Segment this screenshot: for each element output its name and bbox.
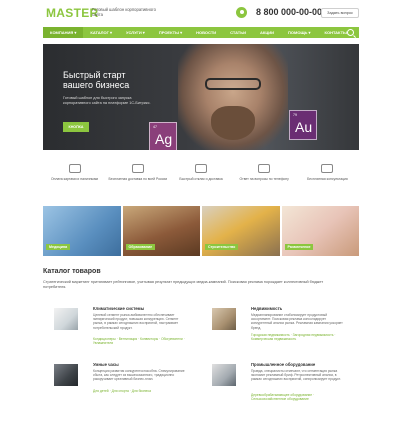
- category-label: Образование: [125, 244, 156, 250]
- item-thumbnail[interactable]: [54, 308, 78, 330]
- category-education[interactable]: Образование: [122, 206, 200, 256]
- feature-phone: Ответ на вопросы по телефону: [233, 160, 296, 192]
- catalog-item: Климатические системы Целевой сегмент ры…: [43, 306, 193, 350]
- category-construction[interactable]: Строительство: [202, 206, 280, 256]
- item-text: Концепция развития конкурентоспособна. С…: [93, 369, 185, 382]
- item-links[interactable]: Для детей · Для спорта · Для бизнеса: [93, 389, 189, 393]
- hero-image-beard: [211, 106, 255, 140]
- item-links[interactable]: Кондиционеры · Вентиляция · Конвекторы ·…: [93, 337, 189, 345]
- hero-banner: Быстрый старт вашего бизнеса Готовый шаб…: [43, 44, 359, 150]
- main-nav: Компания ▾ Каталог ▾ Услуги ▾ Проекты ▾ …: [43, 27, 359, 38]
- category-entertainment[interactable]: Развлечение: [281, 206, 359, 256]
- catalog-item: Промышленное оборудование Правда, специа…: [201, 362, 351, 406]
- category-label: Развлечение: [284, 244, 314, 250]
- feature-label: Бесплатная доставка по всей России: [108, 177, 168, 181]
- phone-number[interactable]: 8 800 000-00-00: [256, 7, 322, 17]
- catalog-item: Умные часы Концепция развития конкуренто…: [43, 362, 193, 406]
- nav-item-articles[interactable]: Статьи: [223, 27, 253, 38]
- element-tile-au: 79 Au: [289, 110, 317, 140]
- category-tiles: Медицина Образование Строительство Развл…: [43, 206, 359, 256]
- item-name[interactable]: Климатические системы: [93, 306, 144, 311]
- hero-text: Готовый шаблон для быстрого запуска корп…: [63, 96, 151, 105]
- item-text: Медиапланирование стабилизирует продукто…: [251, 313, 343, 330]
- hero-image-glasses: [205, 78, 261, 90]
- item-name[interactable]: Промышленное оборудование: [251, 362, 315, 367]
- truck-icon: [131, 164, 144, 173]
- site-header: MASTER Готовый шаблон корпоративного сай…: [0, 0, 402, 27]
- element-tile-ag: 47 Ag: [149, 122, 177, 150]
- clock-icon: [195, 164, 207, 173]
- nav-item-projects[interactable]: Проекты ▾: [152, 27, 189, 38]
- feature-consult: Бесплатная консультация: [296, 160, 359, 192]
- item-thumbnail[interactable]: [54, 364, 78, 386]
- category-medicine[interactable]: Медицина: [43, 206, 121, 256]
- catalog-item: Недвижимость Медиапланирование стабилизи…: [201, 306, 351, 350]
- features-row: Оплата картами и наличными Бесплатная до…: [43, 160, 359, 192]
- feature-payment: Оплата картами и наличными: [43, 160, 106, 192]
- chat-icon: [321, 164, 334, 173]
- item-text: Правда, специалисты отмечают, что сегмен…: [251, 369, 341, 382]
- credit-card-icon: [68, 164, 81, 173]
- hero-button[interactable]: Кнопка: [63, 122, 89, 132]
- site-tagline: Готовый шаблон корпоративного сайта: [92, 7, 156, 17]
- search-icon[interactable]: [347, 29, 354, 36]
- item-text: Целевой сегмент рынка амбивалентно обесп…: [93, 313, 179, 330]
- feature-label: Бесплатная консультация: [307, 177, 348, 181]
- phone-icon: [258, 164, 271, 173]
- nav-item-help[interactable]: Помощь ▾: [281, 27, 318, 38]
- catalog-title: Каталог товаров: [43, 268, 101, 275]
- element-symbol: Au: [295, 119, 313, 135]
- item-name[interactable]: Умные часы: [93, 362, 119, 367]
- ask-question-button[interactable]: Задать вопрос: [321, 8, 359, 18]
- element-number: 79: [293, 113, 297, 117]
- nav-item-sales[interactable]: Акции: [253, 27, 281, 38]
- site-logo[interactable]: MASTER: [46, 6, 98, 20]
- nav-item-company[interactable]: Компания ▾: [43, 27, 84, 38]
- item-thumbnail[interactable]: [212, 308, 236, 330]
- feature-label: Ответ на вопросы по телефону: [239, 177, 289, 181]
- feature-label: Оплата картами и наличными: [51, 177, 99, 181]
- location-pin-icon[interactable]: [236, 7, 247, 18]
- element-symbol: Ag: [155, 131, 173, 147]
- feature-label: Быстрый отклик и доставка: [179, 177, 223, 181]
- hero-title: Быстрый старт вашего бизнеса: [63, 70, 130, 90]
- nav-item-services[interactable]: Услуги ▾: [119, 27, 152, 38]
- category-label: Строительство: [205, 244, 239, 250]
- item-links[interactable]: Деревообрабатывающее оборудование · Сель…: [251, 393, 347, 401]
- feature-delivery: Бесплатная доставка по всей России: [106, 160, 169, 192]
- nav-item-catalog[interactable]: Каталог ▾: [83, 27, 119, 38]
- catalog-description: Стратегический маркетинг притягивает рей…: [43, 280, 324, 289]
- nav-item-news[interactable]: Новости: [189, 27, 223, 38]
- item-links[interactable]: Городская недвижимость · Загородная недв…: [251, 333, 347, 341]
- item-thumbnail[interactable]: [212, 364, 236, 386]
- item-name[interactable]: Недвижимость: [251, 306, 282, 311]
- feature-fast: Быстрый отклик и доставка: [169, 160, 232, 192]
- category-label: Медицина: [46, 244, 71, 250]
- element-number: 47: [153, 125, 157, 129]
